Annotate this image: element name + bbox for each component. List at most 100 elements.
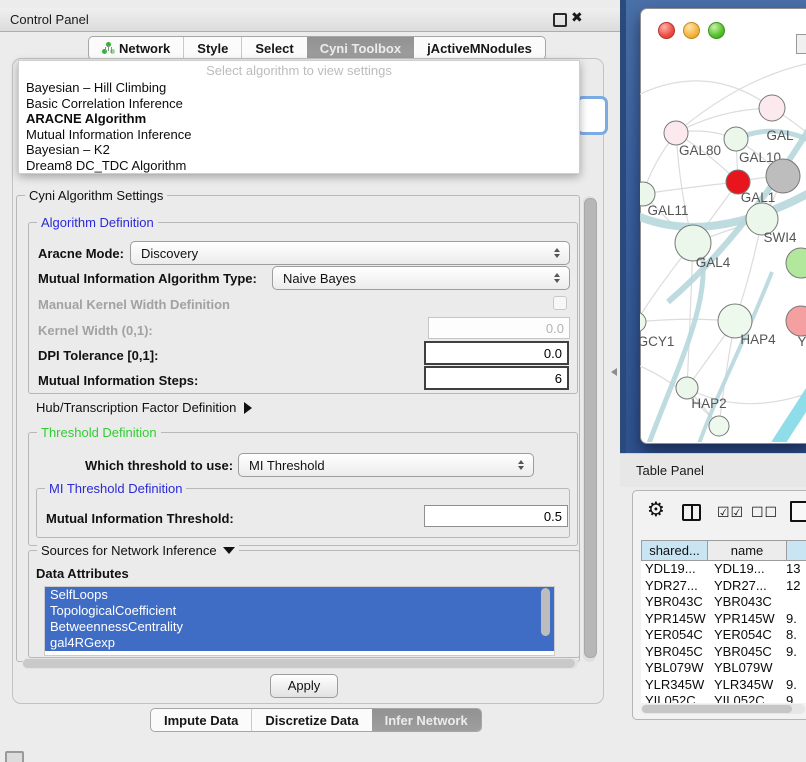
tab-label: Network [119,41,170,56]
attribute-item-betweennesscentrality[interactable]: BetweennessCentrality [45,619,554,635]
table-cell: YPR145W [706,611,776,628]
split-columns-icon[interactable] [682,504,701,521]
gear-icon[interactable]: ⚙ [647,500,665,520]
mi-threshold-field[interactable] [424,505,568,527]
table-panel-titlebar: Table Panel [620,453,806,487]
network-node-gcy1[interactable] [640,312,646,332]
hub-definition-toggle[interactable]: Hub/Transcription Factor Definition [36,400,252,415]
control-panel-tabs: Network StyleSelect Cyni Toolbox jActiveMNo… [88,36,546,60]
table-row[interactable]: YER054CYER054C8. [641,627,806,644]
table-toolbar: ⚙ ☑☑ ☐☐ [633,491,806,537]
table-row[interactable]: YPR145WYPR145W9. [641,611,806,628]
data-attributes-list[interactable]: SelfLoopsTopologicalCoefficientBetweenne… [44,586,555,656]
algorithm-option-basic-correlation-inference[interactable]: Basic Correlation Inference [19,96,579,112]
attribute-item-gal4rgexp[interactable]: gal4RGexp [45,635,554,651]
table-header: shared... name [641,540,806,561]
network-node-y[interactable] [786,306,806,336]
table-cell [776,660,806,677]
table-row[interactable]: YBR043CYBR043C [641,594,806,611]
algorithm-definition-legend: Algorithm Definition [37,215,158,230]
network-node[interactable] [709,416,729,436]
tab-style[interactable]: Style [183,37,241,59]
algorithm-option-bayesian-k2[interactable]: Bayesian – K2 [19,142,579,158]
focused-combobox-fragment [576,96,608,135]
table-cell: YDR27... [706,578,776,595]
tab-infer-network[interactable]: Infer Network [372,709,481,731]
node-label-y: Y [797,334,806,349]
aracne-mode-select[interactable]: Discovery [130,241,570,265]
panel-splitter-handle[interactable] [611,368,617,376]
sources-legend-text: Sources for Network Inference [41,543,217,558]
node-label-gal80: GAL80 [679,143,721,158]
close-panel-icon[interactable]: ✖ [571,9,583,26]
network-node-gal80[interactable] [664,121,688,145]
table-row[interactable]: YIL052CYIL052C9 [641,693,806,703]
table-row[interactable]: YDR27...YDR27...12 [641,578,806,595]
tab-cyni-toolbox[interactable]: Cyni Toolbox [307,37,414,59]
tab-jactivemnodules[interactable]: jActiveMNodules [414,37,545,59]
attributes-scrollbar[interactable] [541,588,550,650]
algorithm-dropdown-placeholder: Select algorithm to view settings [19,63,579,78]
sources-legend: Sources for Network Inference [37,543,239,558]
algorithm-option-bayesian-hill-climbing[interactable]: Bayesian – Hill Climbing [19,80,579,96]
table-cell: YLR345W [706,677,776,694]
float-panel-icon[interactable] [553,13,567,27]
settings-vertical-scrollbar[interactable] [583,196,596,662]
column-header-name[interactable]: name [708,541,787,560]
tab-discretize-data[interactable]: Discretize Data [251,709,371,731]
mi-algorithm-type-select[interactable]: Naive Bayes [272,266,570,290]
apply-button[interactable]: Apply [270,674,338,698]
minimized-panel-icon[interactable] [5,751,24,762]
table-cell: YBR043C [706,594,776,611]
table-row[interactable]: YDL19...YDL19...13 [641,561,806,578]
mi-steps-field[interactable] [424,366,569,390]
tab-label: Cyni Toolbox [320,41,401,56]
table-horizontal-scrollbar[interactable] [641,704,805,714]
attribute-item-topologicalcoefficient[interactable]: TopologicalCoefficient [45,603,554,619]
column-header-shared[interactable]: shared... [642,541,708,560]
tab-label: jActiveMNodules [427,41,532,56]
network-node[interactable] [786,248,806,278]
kernel-width-field[interactable] [428,317,570,339]
mi-threshold-label: Mutual Information Threshold: [46,511,234,526]
select-all-checkboxes-icon[interactable]: ☑☑ [717,504,744,521]
which-threshold-select[interactable]: MI Threshold [238,453,534,477]
dpi-tolerance-label: DPI Tolerance [0,1]: [38,348,158,363]
tab-select[interactable]: Select [241,37,306,59]
node-label-gal4: GAL4 [696,255,731,270]
tab-network[interactable]: Network [89,37,183,59]
control-panel-titlebar: Control Panel ✖ [0,8,620,32]
table-row[interactable]: YBR045CYBR045C9. [641,644,806,661]
table-cell [776,594,806,611]
dpi-tolerance-field[interactable] [424,341,569,365]
bottom-tabs: Impute Data Discretize Data Infer Network [150,708,482,732]
node-label-hap4: HAP4 [740,332,776,347]
algorithm-option-mutual-information-inference[interactable]: Mutual Information Inference [19,127,579,143]
algorithm-dropdown: Select algorithm to view settings Bayesi… [18,60,580,174]
table-row[interactable]: YBL079WYBL079W [641,660,806,677]
algorithm-option-aracne-algorithm[interactable]: ARACNE Algorithm [19,111,579,127]
aracne-mode-label: Aracne Mode: [38,246,124,261]
table-cell: 13 [776,561,806,578]
table-cell: YBL079W [641,660,706,677]
attribute-item-selfloops[interactable]: SelfLoops [45,587,554,603]
node-label-gal: GAL [766,128,794,143]
manual-kernel-width-checkbox[interactable] [553,296,567,310]
expand-right-icon[interactable] [244,402,252,414]
tab-impute-data[interactable]: Impute Data [151,709,251,731]
table-row[interactable]: YLR345WYLR345W9. [641,677,806,694]
deselect-all-checkboxes-icon[interactable]: ☐☐ [751,504,778,521]
network-node-gal[interactable] [759,95,785,121]
document-icon[interactable] [790,501,806,522]
table-cell: YIL052C [641,693,706,703]
node-label-hap2: HAP2 [691,396,726,411]
column-header-clipped[interactable] [787,541,806,560]
network-node[interactable] [766,159,800,193]
settings-horizontal-scrollbar[interactable] [22,658,578,669]
table-cell: YDL19... [641,561,706,578]
network-graph[interactable]: GALGAL80GAL10GAL1GAL11SWI4GAL4GCY1HAP4YH… [640,34,806,442]
algorithm-option-dream8-dc-tdc-algorithm[interactable]: Dream8 DC_TDC Algorithm [19,158,579,174]
network-node-gal10[interactable] [724,127,748,151]
tab-label: Discretize Data [265,713,358,728]
collapse-down-icon[interactable] [223,547,235,554]
